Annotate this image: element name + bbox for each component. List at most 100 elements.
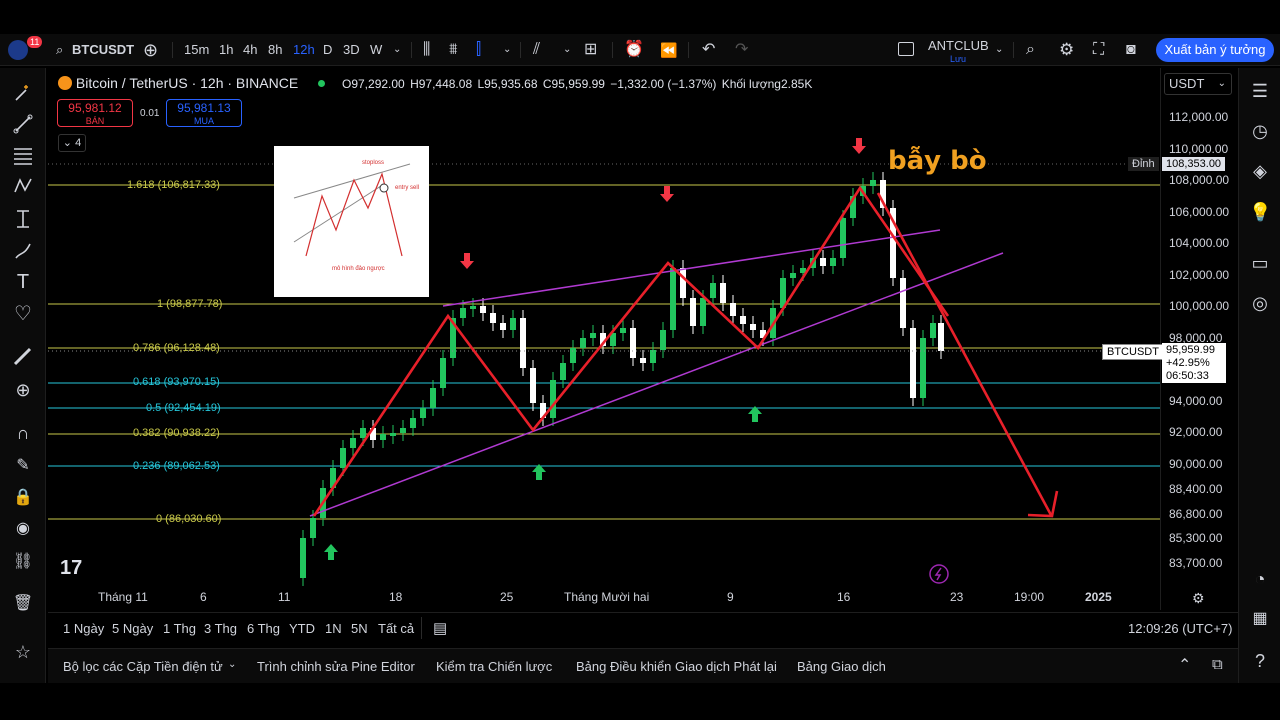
timeframe-w[interactable]: W	[370, 34, 382, 66]
candle-body	[530, 368, 536, 403]
axis-settings-icon[interactable]: ⚙	[1192, 590, 1205, 607]
tab-trading-panel[interactable]: Bảng Giao dịch	[797, 659, 886, 674]
favorites-star-icon[interactable]: ☆	[12, 641, 34, 663]
add-symbol-icon[interactable]: ⊕	[143, 34, 158, 66]
bar-style-icon[interactable]: ⫼	[423, 34, 430, 66]
time-axis[interactable]: Tháng 11 6 11 18 25 Tháng Mười hai 9 16 …	[48, 590, 1160, 610]
timeframe-8h[interactable]: 8h	[268, 34, 282, 66]
timeframe-12h[interactable]: 12h	[293, 34, 315, 66]
events-lightning-icon[interactable]	[929, 564, 949, 584]
heart-icon[interactable]: ♡	[12, 303, 34, 325]
zoom-in-icon[interactable]: ⊕	[12, 379, 34, 401]
layers-icon[interactable]: ◈	[1249, 160, 1271, 182]
candle-body	[630, 328, 636, 358]
chevron-down-icon[interactable]: ⌄	[393, 34, 401, 66]
symbol-legend[interactable]: Bitcoin / TetherUS · 12h · BINANCE	[58, 75, 326, 91]
candle-body	[930, 323, 936, 338]
camera-icon[interactable]: ◙	[1126, 34, 1136, 66]
tab-pine-editor[interactable]: Trình chỉnh sửa Pine Editor	[257, 659, 415, 674]
candle-body	[470, 306, 476, 309]
indicators-collapse-toggle[interactable]: ⌄ 4	[58, 134, 86, 152]
chat-icon[interactable]: ▭	[1249, 252, 1271, 274]
range-3m-button[interactable]: 3 Thg	[204, 621, 237, 636]
quick-search-icon[interactable]: ⌕	[1026, 34, 1035, 66]
avatar[interactable]	[8, 40, 28, 60]
maximize-panel-icon[interactable]: ⧉	[1212, 656, 1223, 673]
replay-icon[interactable]: ⏪	[660, 34, 677, 66]
candles-icon[interactable]: ⫿	[476, 34, 481, 66]
calendar-icon[interactable]: ▦	[1249, 608, 1271, 630]
pattern-icon[interactable]	[12, 175, 34, 197]
magnet-icon[interactable]: ∩	[12, 422, 34, 444]
tab-replay-trading[interactable]: Bảng Điều khiển Giao dịch Phát lại	[576, 659, 777, 674]
timeframe-d[interactable]: D	[323, 34, 332, 66]
layout-square-icon[interactable]	[898, 42, 914, 56]
trash-icon[interactable]: 🗑	[12, 593, 34, 615]
layout-icon[interactable]: ⊞	[584, 34, 597, 66]
candle-body	[790, 273, 796, 278]
tab-crypto-screener[interactable]: Bộ lọc các Cặp Tiền điện tử	[63, 659, 223, 674]
chevron-down-icon[interactable]: ⌄	[503, 34, 511, 66]
price-axis-label: 102,000.00	[1169, 267, 1230, 282]
chevron-down-icon[interactable]: ⌄	[995, 34, 1003, 66]
lock-icon[interactable]: 🔒	[12, 487, 34, 509]
range-1y-button[interactable]: 1N	[325, 621, 342, 636]
date-range-calendar-icon[interactable]: ▤	[433, 619, 447, 637]
timeframe-3d[interactable]: 3D	[343, 34, 360, 66]
watchlist-icon[interactable]: ☰	[1249, 80, 1271, 102]
text-icon[interactable]: T	[12, 271, 34, 293]
brush-icon[interactable]	[12, 240, 34, 262]
ruler-icon[interactable]	[12, 346, 34, 368]
clock-icon[interactable]: ◷	[1249, 120, 1271, 142]
range-5d-button[interactable]: 5 Ngày	[112, 621, 153, 636]
inset-caption: mô hình đảo ngược	[332, 266, 385, 272]
range-ytd-button[interactable]: YTD	[289, 621, 315, 636]
timeframe-1h[interactable]: 1h	[219, 34, 233, 66]
timezone-clock[interactable]: 12:09:26 (UTC+7)	[1128, 621, 1232, 636]
range-5y-button[interactable]: 5N	[351, 621, 368, 636]
right-widget-bar: ☰ ◷ ◈ 💡 ▭ ◎ ◔ ▦ ?	[1238, 68, 1280, 683]
chevron-up-icon[interactable]: ⌃	[1178, 655, 1191, 675]
ideas-bulb-icon[interactable]: 💡	[1249, 201, 1271, 223]
settings-icon[interactable]: ⚙	[1059, 34, 1074, 66]
cursor-icon[interactable]	[12, 82, 34, 104]
indicators-icon[interactable]: ⩩	[449, 34, 458, 66]
eye-icon[interactable]: ◉	[12, 518, 34, 540]
speedometer-icon[interactable]: ◔	[1249, 568, 1271, 590]
candle-body	[730, 303, 736, 316]
range-6m-button[interactable]: 6 Thg	[247, 621, 280, 636]
broadcast-icon[interactable]: ◎	[1249, 292, 1271, 314]
range-1d-button[interactable]: 1 Ngày	[63, 621, 104, 636]
currency-select[interactable]: USDT ⌄	[1164, 73, 1232, 95]
redo-icon[interactable]: ↷	[735, 34, 748, 66]
chart-type-icon[interactable]: ⫽	[533, 34, 540, 66]
chevron-down-icon: ⌄	[62, 137, 73, 149]
sell-button[interactable]: 95,981.12 BÁN	[57, 99, 133, 127]
candle-body	[510, 318, 516, 330]
alert-icon[interactable]: ⏰	[624, 34, 644, 66]
fib-retracement-icon[interactable]	[12, 144, 34, 166]
publish-idea-button[interactable]: Xuất bản ý tưởng	[1156, 38, 1274, 62]
lock-drawing-icon[interactable]: ✎	[12, 455, 34, 477]
undo-icon[interactable]: ↶	[702, 34, 715, 66]
market-status-dot	[318, 80, 326, 87]
price-chart[interactable]: 17	[48, 68, 1160, 610]
timeframe-15m[interactable]: 15m	[184, 34, 209, 66]
buy-button[interactable]: 95,981.13 MUA	[166, 99, 242, 127]
candle-body	[580, 338, 586, 348]
trend-line-icon[interactable]	[12, 113, 34, 135]
measure-icon[interactable]	[12, 208, 34, 230]
tab-strategy-tester[interactable]: Kiểm tra Chiến lược	[436, 659, 552, 674]
price-axis[interactable]: USDT ⌄ 112,000.00 110,000.00 108,000.00 106,…	[1160, 68, 1236, 610]
timeframe-4h[interactable]: 4h	[243, 34, 257, 66]
link-icon[interactable]: ⛓	[12, 551, 34, 573]
fullscreen-icon[interactable]: ⛶	[1093, 34, 1104, 66]
range-all-button[interactable]: Tất cả	[378, 621, 414, 636]
chevron-down-icon[interactable]: ⌄	[563, 34, 571, 66]
symbol-search[interactable]: BTCUSDT	[72, 34, 134, 66]
help-icon[interactable]: ?	[1249, 650, 1271, 672]
search-icon[interactable]: ⌕	[56, 34, 63, 66]
buy-arrow-icon	[324, 544, 338, 560]
chevron-down-icon[interactable]: ⌄	[228, 659, 236, 670]
range-1m-button[interactable]: 1 Thg	[163, 621, 196, 636]
